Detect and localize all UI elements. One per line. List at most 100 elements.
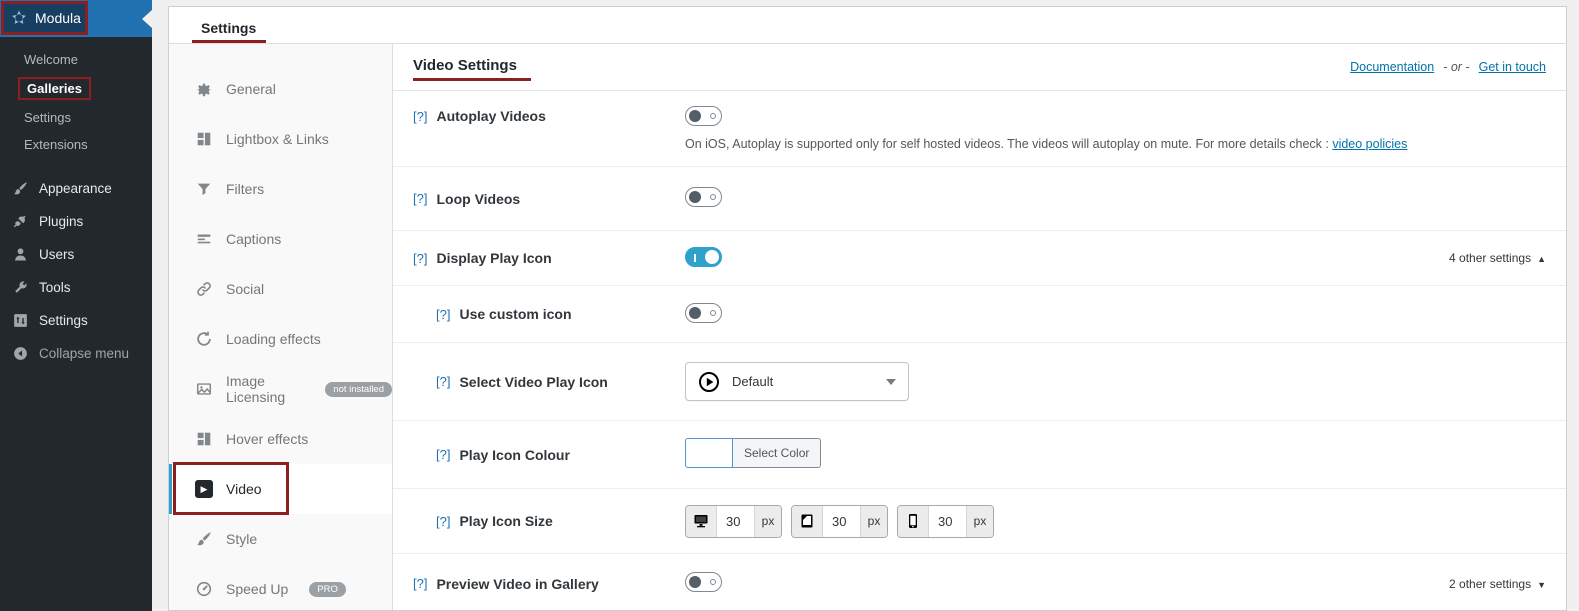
row-select-play-icon: [?] Select Video Play Icon Default — [393, 343, 1566, 421]
help-links: Documentation - or - Get in touch — [1350, 60, 1546, 74]
help-icon[interactable]: [?] — [436, 374, 450, 389]
tab-loading-effects[interactable]: Loading effects — [169, 314, 392, 364]
play-circle-icon — [698, 371, 720, 393]
modula-brand-label: Modula — [35, 10, 81, 26]
mobile-size-group: px — [897, 505, 994, 538]
help-icon[interactable]: [?] — [413, 251, 427, 266]
modula-submenu: Welcome Galleries Settings Extensions — [0, 37, 152, 158]
documentation-link[interactable]: Documentation — [1350, 60, 1434, 74]
tab-label: Speed Up — [226, 581, 288, 597]
help-icon[interactable]: [?] — [436, 447, 450, 462]
wp-admin-sidebar: Modula Welcome Galleries Settings Extens… — [0, 0, 152, 611]
help-icon[interactable]: [?] — [413, 109, 427, 124]
help-icon[interactable]: [?] — [436, 514, 450, 529]
menu-item-appearance[interactable]: Appearance — [0, 172, 152, 205]
menu-item-users[interactable]: Users — [0, 238, 152, 271]
tablet-size-group: px — [791, 505, 888, 538]
setting-label: Play Icon Size — [459, 513, 552, 529]
gear-icon — [195, 80, 213, 98]
loop-toggle[interactable] — [685, 187, 722, 207]
chevron-down-icon — [886, 379, 896, 390]
tab-general[interactable]: General — [169, 64, 392, 114]
row-loop-videos: [?] Loop Videos — [393, 167, 1566, 231]
other-settings-collapse[interactable]: 4 other settings▲ — [1449, 251, 1546, 265]
tablet-icon — [792, 506, 823, 537]
tab-social[interactable]: Social — [169, 264, 392, 314]
select-color-button[interactable]: Select Color — [733, 438, 821, 468]
desktop-size-input[interactable] — [717, 506, 754, 537]
setting-label: Play Icon Colour — [459, 447, 569, 463]
row-display-play-icon: [?] Display Play Icon 4 other settings▲ — [393, 231, 1566, 286]
panel-header: Video Settings Documentation - or - Get … — [393, 44, 1566, 91]
setting-label: Autoplay Videos — [436, 108, 545, 124]
tab-filters[interactable]: Filters — [169, 164, 392, 214]
plug-icon — [12, 213, 29, 230]
other-settings-expand[interactable]: 2 other settings▼ — [1449, 577, 1546, 591]
setting-label: Select Video Play Icon — [459, 374, 607, 390]
main-area: Settings General Lightbox & Links Filter… — [168, 6, 1567, 611]
help-icon[interactable]: [?] — [436, 307, 450, 322]
sidebar-item-welcome[interactable]: Welcome — [0, 46, 152, 73]
tab-label: Filters — [226, 181, 264, 197]
menu-item-settings[interactable]: Settings — [0, 304, 152, 337]
tab-speed-up[interactable]: Speed Up PRO — [169, 564, 392, 611]
color-picker[interactable]: Select Color — [685, 438, 821, 468]
desktop-size-group: px — [685, 505, 782, 538]
wrench-icon — [12, 279, 29, 296]
sidebar-item-settings[interactable]: Settings — [0, 104, 152, 131]
triangle-up-icon: ▲ — [1537, 254, 1546, 264]
video-settings-panel: Video Settings Documentation - or - Get … — [393, 44, 1566, 610]
tab-lightbox-links[interactable]: Lightbox & Links — [169, 114, 392, 164]
modula-logo-icon — [10, 9, 28, 27]
brush-icon — [195, 530, 213, 548]
not-installed-badge: not installed — [325, 382, 392, 397]
modula-tab-bar: Settings — [168, 6, 1567, 43]
grid-icon — [195, 430, 213, 448]
help-icon[interactable]: [?] — [413, 191, 427, 206]
display-play-icon-toggle[interactable] — [685, 247, 722, 267]
video-policies-link[interactable]: video policies — [1332, 137, 1407, 151]
dropdown-value: Default — [732, 374, 874, 389]
get-in-touch-link[interactable]: Get in touch — [1479, 60, 1546, 74]
collapse-icon — [12, 345, 29, 362]
tab-image-licensing[interactable]: Image Licensing not installed — [169, 364, 392, 414]
tab-settings[interactable]: Settings — [198, 20, 266, 43]
sidebar-item-galleries[interactable]: Galleries — [0, 73, 152, 104]
settings-card: General Lightbox & Links Filters Caption… — [168, 43, 1567, 611]
modula-menu-header[interactable]: Modula — [0, 0, 152, 37]
row-use-custom-icon: [?] Use custom icon — [393, 286, 1566, 343]
tab-label: Loading effects — [226, 331, 321, 347]
tab-label: Video — [226, 481, 262, 497]
tab-label: Style — [226, 531, 257, 547]
menu-item-plugins[interactable]: Plugins — [0, 205, 152, 238]
row-autoplay-videos: [?] Autoplay Videos On iOS, Autoplay is … — [393, 91, 1566, 167]
row-play-icon-size: [?] Play Icon Size px — [393, 489, 1566, 554]
row-preview-video: [?] Preview Video in Gallery 2 other set… — [393, 554, 1566, 611]
tablet-size-input[interactable] — [823, 506, 860, 537]
preview-video-toggle[interactable] — [685, 572, 722, 592]
link-icon — [195, 280, 213, 298]
tab-video[interactable]: ▶ Video — [169, 464, 392, 514]
tab-captions[interactable]: Captions — [169, 214, 392, 264]
caption-lines-icon — [195, 230, 213, 248]
autoplay-toggle[interactable] — [685, 106, 722, 126]
video-settings-annotation-underline — [413, 78, 531, 81]
menu-item-label: Settings — [39, 313, 88, 328]
menu-item-label: Collapse menu — [39, 346, 129, 361]
menu-item-tools[interactable]: Tools — [0, 271, 152, 304]
menu-item-label: Appearance — [39, 181, 112, 196]
speedometer-icon — [195, 580, 213, 598]
mobile-size-input[interactable] — [929, 506, 966, 537]
tab-hover-effects[interactable]: Hover effects — [169, 414, 392, 464]
sidebar-item-extensions[interactable]: Extensions — [0, 131, 152, 158]
grid-icon — [195, 130, 213, 148]
setting-label: Display Play Icon — [436, 250, 551, 266]
tab-label: Hover effects — [226, 431, 308, 447]
play-icon-dropdown[interactable]: Default — [685, 362, 909, 401]
tab-style[interactable]: Style — [169, 514, 392, 564]
help-icon[interactable]: [?] — [413, 576, 427, 591]
menu-item-collapse[interactable]: Collapse menu — [0, 337, 152, 370]
custom-icon-toggle[interactable] — [685, 303, 722, 323]
video-play-icon: ▶ — [195, 480, 213, 498]
tab-label: Captions — [226, 231, 281, 247]
